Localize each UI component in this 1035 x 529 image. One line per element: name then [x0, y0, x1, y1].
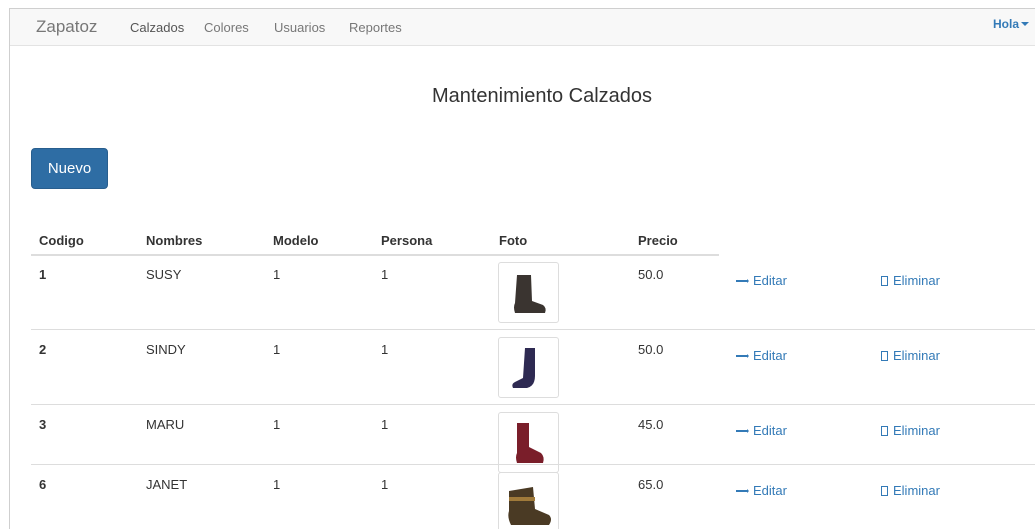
app-frame: Zapatoz Calzados Colores Usuarios Report…	[9, 8, 1035, 529]
delete-link[interactable]: Eliminar	[881, 483, 940, 498]
edit-link[interactable]: Editar	[736, 273, 787, 288]
cell-codigo: 6	[39, 477, 47, 492]
trash-icon	[881, 485, 888, 496]
trash-icon	[881, 425, 888, 436]
pencil-icon	[736, 428, 749, 433]
column-header-persona: Persona	[381, 233, 433, 248]
delete-link[interactable]: Eliminar	[881, 348, 940, 363]
caret-down-icon	[1021, 21, 1029, 26]
edit-label: Editar	[753, 483, 787, 498]
boot-image	[514, 275, 546, 313]
delete-label: Eliminar	[893, 483, 940, 498]
cell-nombre: SUSY	[146, 267, 182, 282]
row-divider	[31, 404, 1035, 405]
nav-link-reportes[interactable]: Reportes	[349, 20, 402, 35]
boot-image	[508, 487, 551, 525]
boot-strap	[509, 497, 535, 501]
delete-label: Eliminar	[893, 348, 940, 363]
navbar: Zapatoz Calzados Colores Usuarios Report…	[10, 9, 1035, 46]
cell-precio: 65.0	[638, 477, 664, 492]
delete-link[interactable]: Eliminar	[881, 423, 940, 438]
cell-codigo: 2	[39, 342, 47, 357]
column-header-nombres: Nombres	[146, 233, 203, 248]
pencil-icon	[736, 278, 749, 283]
shoe-photo	[498, 337, 559, 398]
edit-label: Editar	[753, 273, 787, 288]
column-header-foto: Foto	[499, 233, 528, 248]
cell-modelo: 1	[273, 417, 281, 432]
cell-persona: 1	[381, 417, 389, 432]
edit-label: Editar	[753, 423, 787, 438]
trash-icon	[881, 350, 888, 361]
user-dropdown-label: Hola	[992, 17, 1019, 31]
column-header-codigo: Codigo	[39, 233, 84, 248]
new-button[interactable]: Nuevo	[31, 148, 108, 189]
row-divider	[31, 329, 1035, 330]
cell-precio: 50.0	[638, 342, 664, 357]
page-title: Mantenimiento Calzados	[431, 85, 653, 107]
pencil-icon	[736, 488, 749, 493]
boot-image	[516, 423, 544, 463]
delete-label: Eliminar	[893, 273, 940, 288]
edit-link[interactable]: Editar	[736, 348, 787, 363]
nav-link-usuarios[interactable]: Usuarios	[274, 20, 325, 35]
cell-nombre: JANET	[146, 477, 188, 492]
cell-nombre: SINDY	[146, 342, 186, 357]
nav-link-colores[interactable]: Colores	[204, 20, 249, 35]
cell-nombre: MARU	[146, 417, 185, 432]
pencil-icon	[736, 353, 749, 358]
delete-link[interactable]: Eliminar	[881, 273, 940, 288]
edit-link[interactable]: Editar	[736, 423, 787, 438]
nav-link-calzados[interactable]: Calzados	[130, 20, 184, 35]
edit-label: Editar	[753, 348, 787, 363]
boot-image	[512, 348, 535, 388]
user-dropdown[interactable]: Hola	[993, 17, 1029, 31]
cell-precio: 45.0	[638, 417, 664, 432]
cell-persona: 1	[381, 267, 389, 282]
cell-codigo: 3	[39, 417, 47, 432]
cell-persona: 1	[381, 477, 389, 492]
shoe-photo	[498, 262, 559, 323]
row-divider	[31, 464, 1035, 465]
table-header-divider	[31, 254, 719, 256]
column-header-modelo: Modelo	[273, 233, 319, 248]
cell-precio: 50.0	[638, 267, 664, 282]
shoe-photo	[498, 472, 559, 529]
edit-link[interactable]: Editar	[736, 483, 787, 498]
column-header-precio: Precio	[638, 233, 678, 248]
cell-codigo: 1	[39, 267, 47, 282]
cell-modelo: 1	[273, 477, 281, 492]
brand-logo[interactable]: Zapatoz	[36, 17, 97, 37]
cell-modelo: 1	[273, 267, 281, 282]
trash-icon	[881, 275, 888, 286]
cell-persona: 1	[381, 342, 389, 357]
cell-modelo: 1	[273, 342, 281, 357]
delete-label: Eliminar	[893, 423, 940, 438]
